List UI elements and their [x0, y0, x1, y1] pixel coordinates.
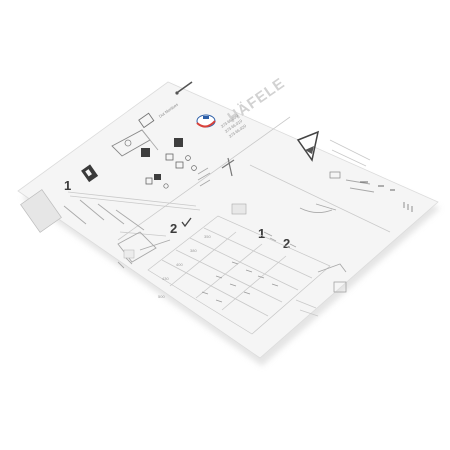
table-value-5: 500	[158, 294, 165, 299]
table-value-2: 380	[190, 248, 197, 253]
quality-seal-icon	[196, 114, 216, 128]
step-number-2: 2	[170, 221, 177, 236]
step-number-1: 1	[64, 178, 71, 193]
step-number-right-2: 2	[283, 236, 290, 251]
instruction-sheet-graphic: Dot Mortises HÄFELE 373.66.000 373.66.01…	[17, 74, 440, 366]
table-value-4: 430	[162, 276, 169, 281]
label-box-b	[174, 138, 183, 147]
label-box-a	[141, 148, 150, 157]
step-number-right-1: 1	[258, 226, 265, 241]
table-value-3: 400	[176, 262, 183, 267]
product-photo: Dot Mortises HÄFELE 373.66.000 373.66.01…	[0, 0, 450, 450]
table-value-1: 350	[204, 234, 211, 239]
